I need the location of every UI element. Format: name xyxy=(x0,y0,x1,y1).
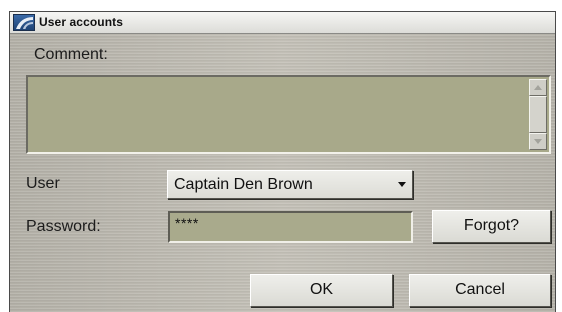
password-value: **** xyxy=(175,215,199,231)
password-input[interactable]: **** xyxy=(168,211,413,243)
app-logo-icon xyxy=(13,14,35,31)
user-select[interactable]: Captain Den Brown xyxy=(167,170,413,199)
comment-scrollbar[interactable] xyxy=(529,79,547,150)
ok-button[interactable]: OK xyxy=(250,274,393,307)
password-label: Password: xyxy=(26,218,101,235)
cancel-button[interactable]: Cancel xyxy=(409,274,551,307)
arrow-up-icon xyxy=(534,85,542,90)
user-label: User xyxy=(26,175,60,192)
scroll-up-button[interactable] xyxy=(529,79,547,96)
comment-textarea[interactable] xyxy=(26,75,551,154)
arrow-down-icon xyxy=(534,139,542,144)
scroll-thumb[interactable] xyxy=(529,96,547,133)
user-select-value: Captain Den Brown xyxy=(174,176,313,193)
title-bar[interactable]: User accounts xyxy=(10,12,555,34)
forgot-button[interactable]: Forgot? xyxy=(432,210,551,243)
scroll-down-button[interactable] xyxy=(529,133,547,150)
window-title: User accounts xyxy=(39,15,123,29)
user-accounts-dialog: User accounts Comment: User Captain Den … xyxy=(9,11,556,312)
comment-label: Comment: xyxy=(34,46,108,63)
chevron-down-icon xyxy=(398,182,406,187)
